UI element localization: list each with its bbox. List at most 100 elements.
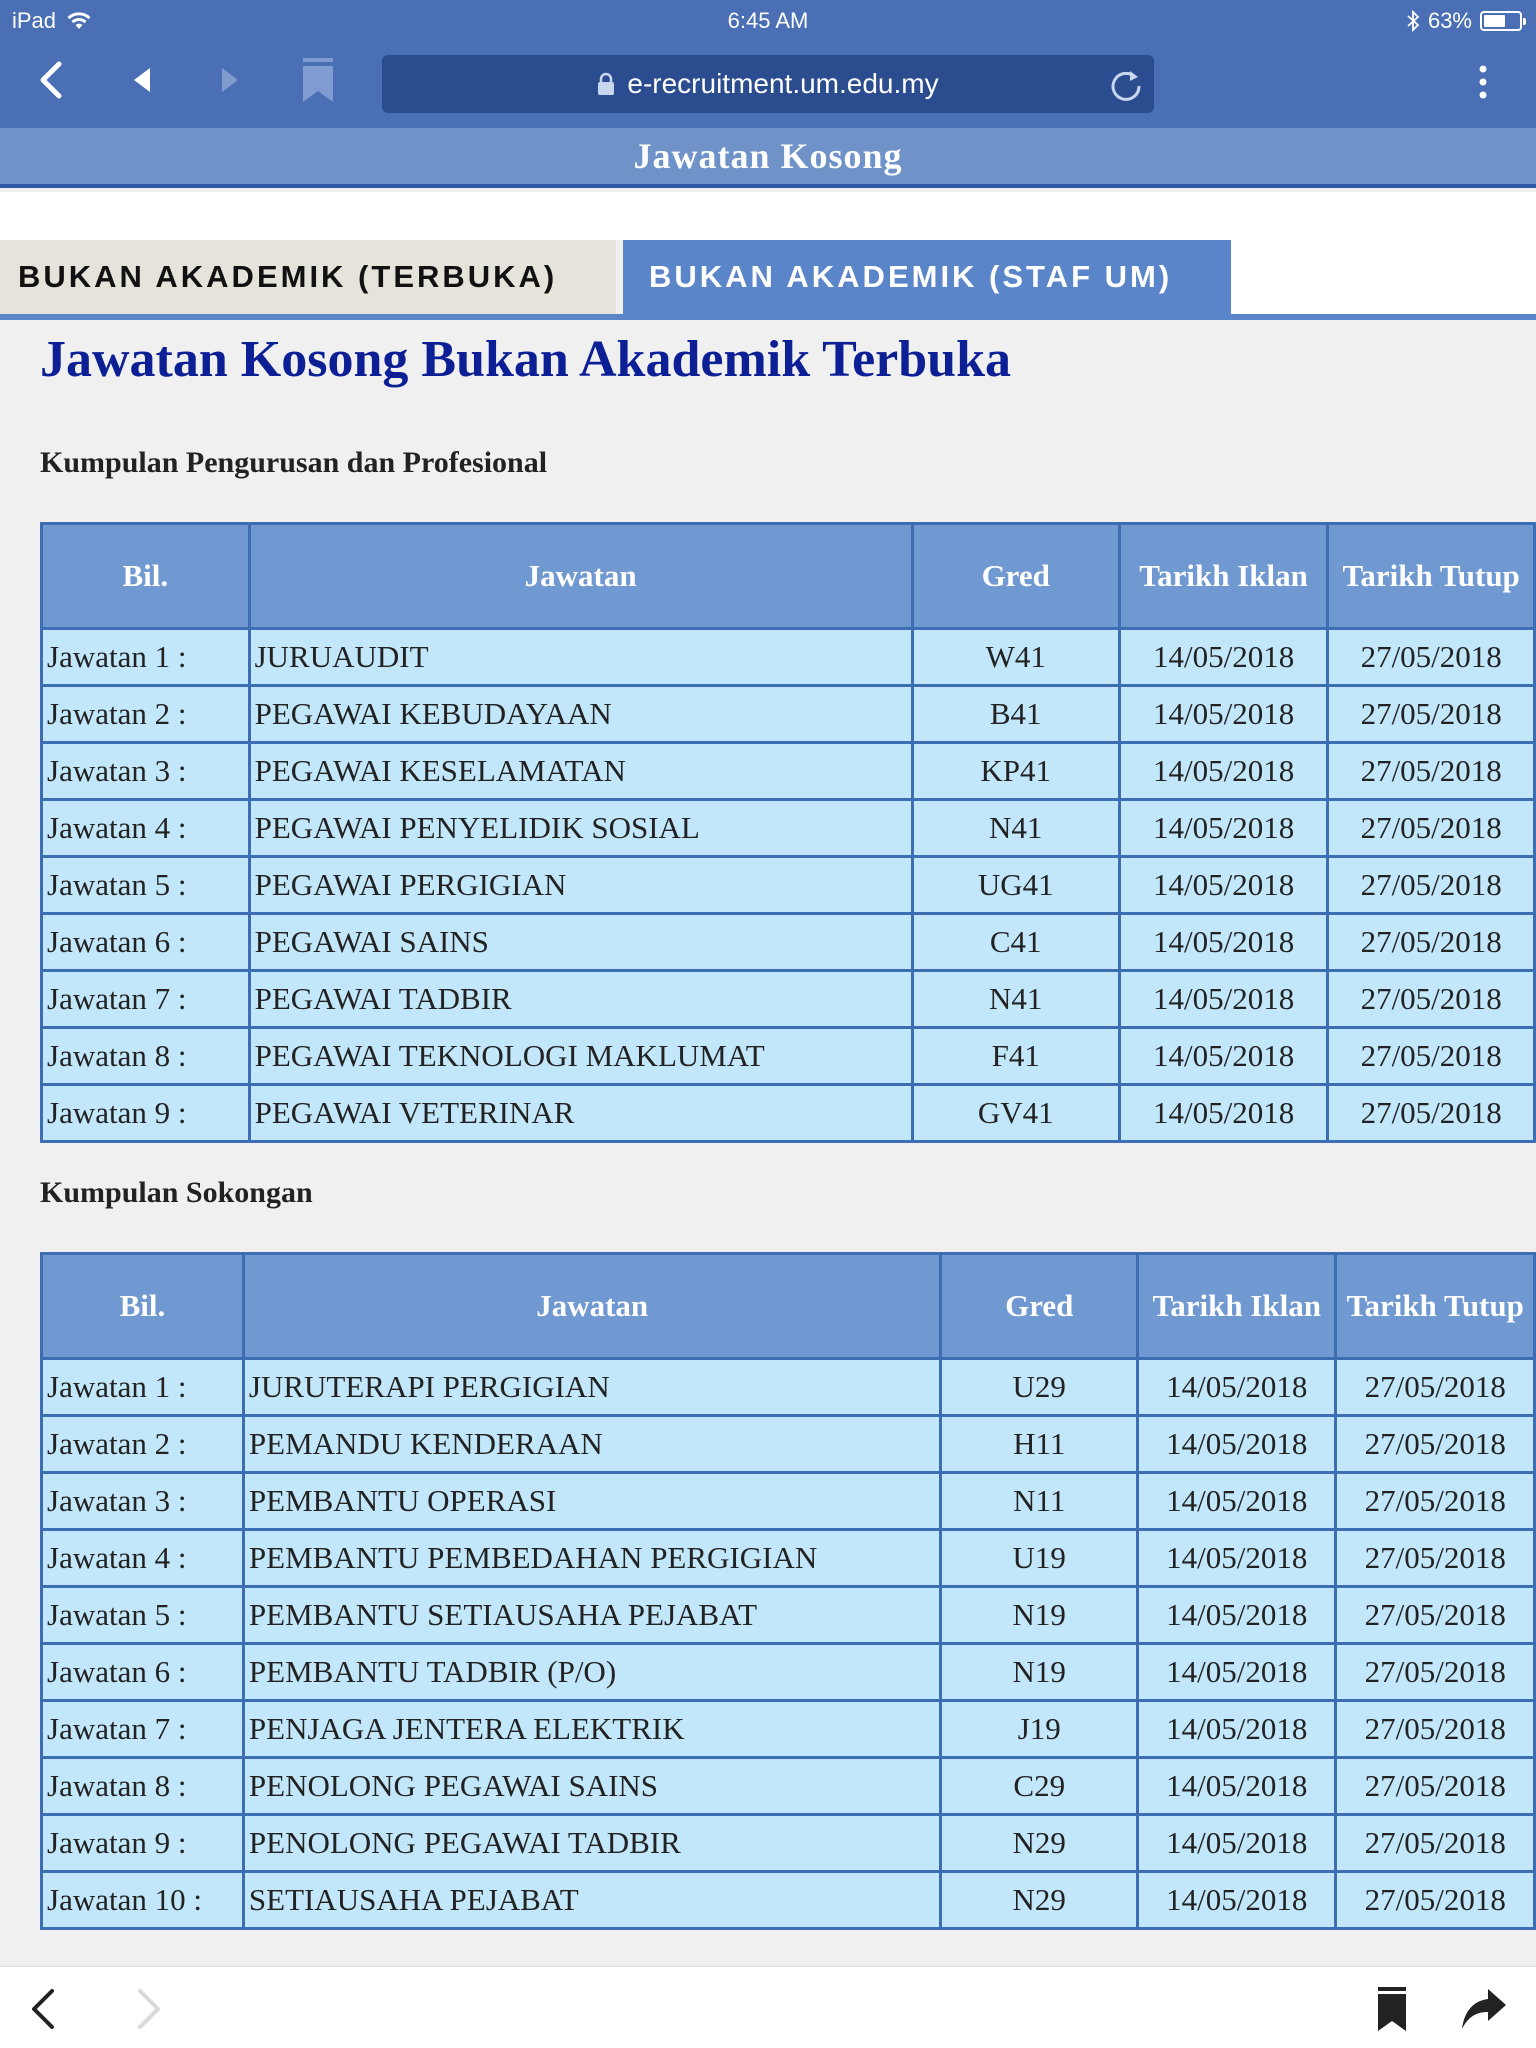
table-row: Jawatan 5 : PEGAWAI PERGIGIAN UG41 14/05/20… [40,855,1536,915]
cell-jawatan: PEMANDU KENDERAAN [241,1414,943,1474]
cell-tarikh-tutup: 27/05/2018 [1326,1026,1536,1086]
table-header-row: Bil. Jawatan Gred Tarikh Iklan Tarikh Tu… [40,522,1536,630]
section-label-sokongan: Kumpulan Sokongan [40,1176,313,1209]
table-header-row: Bil. Jawatan Gred Tarikh Iklan Tarikh Tu… [40,1252,1536,1360]
cell-gred: U19 [939,1528,1139,1588]
cell-tarikh-iklan: 14/05/2018 [1117,912,1330,972]
back-icon[interactable] [32,58,72,102]
back-arrow-icon[interactable] [20,1985,68,2033]
cell-gred: N19 [939,1642,1139,1702]
cell-tarikh-tutup: 27/05/2018 [1334,1414,1536,1474]
cell-jawatan: JURUTERAPI PERGIGIAN [241,1357,943,1417]
cell-tarikh-tutup: 27/05/2018 [1334,1699,1536,1759]
cell-gred: N11 [939,1471,1139,1531]
cell-jawatan: PENOLONG PEGAWAI SAINS [241,1756,943,1816]
cell-gred: H11 [939,1414,1139,1474]
history-forward-icon[interactable] [210,58,250,102]
cell-tarikh-iklan: 14/05/2018 [1135,1642,1338,1702]
battery-percent: 63% [1427,8,1472,33]
cell-tarikh-tutup: 27/05/2018 [1326,684,1536,744]
cell-bil: Jawatan 9 : [40,1083,251,1143]
cell-gred: J19 [939,1699,1139,1759]
col-header-gred: Gred [939,1252,1139,1360]
cell-jawatan: PEMBANTU OPERASI [241,1471,943,1531]
cell-tarikh-iklan: 14/05/2018 [1135,1471,1338,1531]
table-row: Jawatan 10 : SETIAUSAHA PEJABAT N29 14/05/2… [40,1870,1536,1930]
cell-jawatan: PEGAWAI PERGIGIAN [247,855,914,915]
table-row: Jawatan 1 : JURUTERAPI PERGIGIAN U29 14/05/… [40,1357,1536,1417]
cell-tarikh-tutup: 27/05/2018 [1334,1357,1536,1417]
cell-tarikh-tutup: 27/05/2018 [1326,741,1536,801]
reload-icon[interactable] [1108,67,1144,103]
table-row: Jawatan 1 : JURUAUDIT W41 14/05/2018 27/05/2… [40,627,1536,687]
cell-gred: KP41 [910,741,1121,801]
history-back-icon[interactable] [122,58,162,102]
cell-gred: N41 [910,969,1121,1029]
cell-tarikh-iklan: 14/05/2018 [1117,627,1330,687]
table-row: Jawatan 7 : PEGAWAI TADBIR N41 14/05/2018 27… [40,969,1536,1029]
table-row: Jawatan 8 : PEGAWAI TEKNOLOGI MAKLUMAT F41… [40,1026,1536,1086]
cell-bil: Jawatan 3 : [40,1471,245,1531]
cell-tarikh-iklan: 14/05/2018 [1117,684,1330,744]
cell-gred: C29 [939,1756,1139,1816]
cell-jawatan: PEGAWAI SAINS [247,912,914,972]
cell-tarikh-tutup: 27/05/2018 [1326,1083,1536,1143]
cell-bil: Jawatan 3 : [40,741,251,801]
table-row: Jawatan 4 : PEGAWAI PENYELIDIK SOSIAL N41 1… [40,798,1536,858]
share-icon[interactable] [1460,1985,1508,2033]
cell-tarikh-iklan: 14/05/2018 [1135,1528,1338,1588]
table-row: Jawatan 8 : PENOLONG PEGAWAI SAINS C29 14/0… [40,1756,1536,1816]
cell-gred: N29 [939,1870,1139,1930]
cell-tarikh-tutup: 27/05/2018 [1326,969,1536,1029]
cell-gred: B41 [910,684,1121,744]
cell-tarikh-iklan: 14/05/2018 [1117,1026,1330,1086]
page-header: Jawatan Kosong [0,128,1536,188]
tab-bukan-akademik-staf-um[interactable]: BUKAN AKADEMIK (STAF UM) [623,240,1231,314]
tab-bukan-akademik-terbuka[interactable]: BUKAN AKADEMIK (TERBUKA) [0,240,616,314]
url-text: e-recruitment.um.edu.my [627,68,939,99]
cell-bil: Jawatan 5 : [40,855,251,915]
cell-bil: Jawatan 6 : [40,1642,245,1702]
more-menu-icon[interactable] [1476,62,1490,102]
table-row: Jawatan 2 : PEMANDU KENDERAAN H11 14/05/201… [40,1414,1536,1474]
col-header-bil: Bil. [40,522,251,630]
bluetooth-icon [1407,10,1420,32]
cell-tarikh-tutup: 27/05/2018 [1326,627,1536,687]
col-header-tarikh-tutup: Tarikh Tutup [1334,1252,1536,1360]
table-row: Jawatan 4 : PEMBANTU PEMBEDAHAN PERGIGIAN… [40,1528,1536,1588]
table-row: Jawatan 5 : PEMBANTU SETIAUSAHA PEJABAT N1… [40,1585,1536,1645]
bookmark-icon[interactable] [298,58,338,102]
cell-jawatan: PEGAWAI PENYELIDIK SOSIAL [247,798,914,858]
table-row: Jawatan 6 : PEMBANTU TADBIR (P/O) N19 14/05… [40,1642,1536,1702]
battery-icon [1480,11,1526,31]
cell-tarikh-iklan: 14/05/2018 [1135,1357,1338,1417]
cell-jawatan: PEMBANTU TADBIR (P/O) [241,1642,943,1702]
forward-arrow-icon[interactable] [124,1985,172,2033]
section-label-pengurusan: Kumpulan Pengurusan dan Profesional [40,446,548,479]
cell-gred: F41 [910,1026,1121,1086]
cell-tarikh-iklan: 14/05/2018 [1117,798,1330,858]
url-bar[interactable]: e-recruitment.um.edu.my [382,55,1154,113]
cell-jawatan: PEGAWAI KEBUDAYAAN [247,684,914,744]
cell-tarikh-tutup: 27/05/2018 [1334,1870,1536,1930]
bookmarks-icon[interactable] [1368,1985,1416,2033]
cell-tarikh-iklan: 14/05/2018 [1135,1813,1338,1873]
table-row: Jawatan 3 : PEGAWAI KESELAMATAN KP41 14/05/… [40,741,1536,801]
cell-gred: GV41 [910,1083,1121,1143]
cell-bil: Jawatan 1 : [40,1357,245,1417]
cell-tarikh-tutup: 27/05/2018 [1334,1813,1536,1873]
cell-bil: Jawatan 2 : [40,684,251,744]
cell-bil: Jawatan 2 : [40,1414,245,1474]
cell-bil: Jawatan 1 : [40,627,251,687]
cell-jawatan: PEMBANTU SETIAUSAHA PEJABAT [241,1585,943,1645]
cell-jawatan: JURUAUDIT [247,627,914,687]
bottom-toolbar [0,1966,1536,2048]
cell-tarikh-iklan: 14/05/2018 [1135,1585,1338,1645]
cell-bil: Jawatan 10 : [40,1870,245,1930]
table-row: Jawatan 9 : PEGAWAI VETERINAR GV41 14/05/20… [40,1083,1536,1143]
cell-bil: Jawatan 4 : [40,798,251,858]
cell-tarikh-tutup: 27/05/2018 [1334,1642,1536,1702]
cell-tarikh-tutup: 27/05/2018 [1326,798,1536,858]
status-bar: iPad 6:45 AM 63% [0,0,1536,40]
table-row: Jawatan 3 : PEMBANTU OPERASI N11 14/05/2018… [40,1471,1536,1531]
